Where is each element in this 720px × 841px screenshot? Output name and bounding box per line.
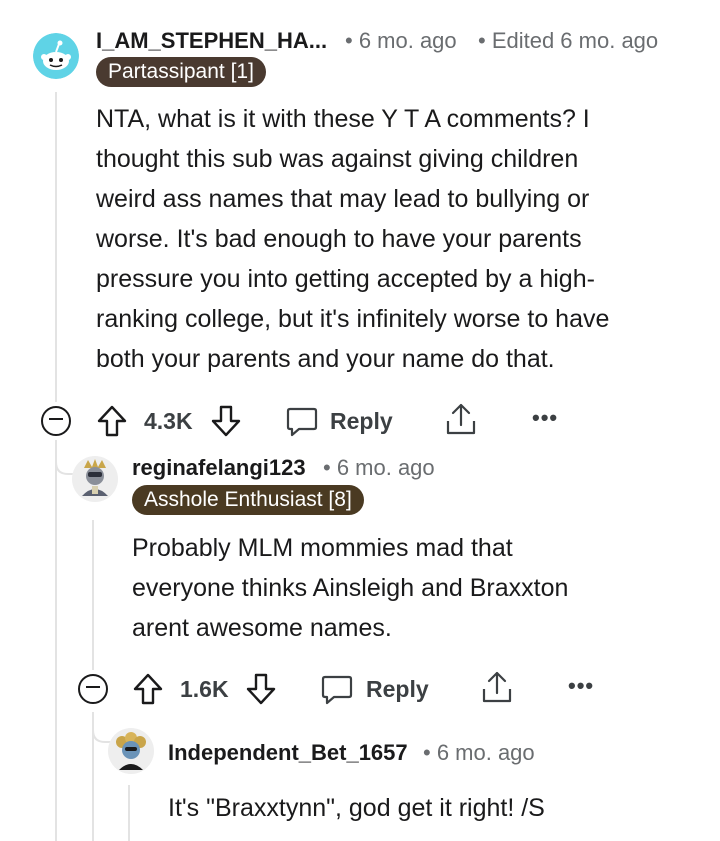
thread-line[interactable] [92,520,94,670]
comment-line: everyone thinks Ainsleigh and Braxxton [132,574,569,602]
username[interactable]: Independent_Bet_1657 [168,740,408,766]
reply-icon[interactable] [285,404,319,438]
timestamp: • 6 mo. ago [423,740,535,765]
thread-line[interactable] [55,440,57,841]
comment-line: pressure you into getting accepted by a … [96,265,595,293]
more-options-icon[interactable]: ••• [568,673,594,699]
more-options-icon[interactable]: ••• [532,405,558,431]
reply-icon[interactable] [320,672,354,706]
comment-line: Probably MLM mommies mad that [132,534,513,562]
comment-body: It's "Braxxtynn", god get it right! /S [168,788,688,828]
reply-button[interactable]: Reply [366,676,429,703]
custom-avatar-icon [108,728,154,774]
comment-body: NTA, what is it with these Y T A comment… [96,99,696,379]
timestamp: • 6 mo. ago [345,28,457,53]
comment-line: NTA, what is it with these Y T A comment… [96,105,590,133]
comment-line: both your parents and your name do that. [96,345,555,373]
thread-line[interactable] [55,92,57,402]
comment-line: ranking college, but it's infinitely wor… [96,305,610,333]
upvote-icon[interactable] [132,672,164,706]
downvote-icon[interactable] [245,672,277,706]
comment-body: Probably MLM mommies mad that everyone t… [132,528,692,648]
share-icon[interactable] [480,670,514,706]
avatar[interactable] [33,33,79,79]
timestamp: • 6 mo. ago [323,455,435,480]
username[interactable]: I_AM_STEPHEN_HA... [96,28,327,54]
share-icon[interactable] [444,402,478,438]
avatar[interactable] [108,728,154,774]
avatar[interactable] [72,456,118,502]
reddit-snoo-icon [33,33,79,79]
vote-count: 1.6K [180,676,229,702]
edited-label: • Edited 6 mo. ago [478,28,659,53]
upvote-icon[interactable] [96,404,128,438]
user-flair: Partassipant [1] [96,57,266,87]
comment-line: worse. It's bad enough to have your pare… [96,225,582,253]
downvote-icon[interactable] [210,404,242,438]
reply-button[interactable]: Reply [330,408,393,435]
user-flair: Asshole Enthusiast [8] [132,485,364,515]
comment-line: weird ass names that may lead to bullyin… [96,185,590,213]
comment-line: It's "Braxxtynn", god get it right! /S [168,794,545,822]
collapse-icon[interactable] [78,674,108,704]
thread-line[interactable] [128,785,130,841]
comment-line: arent awesome names. [132,614,392,642]
username[interactable]: reginafelangi123 [132,455,306,481]
vote-count: 4.3K [144,408,193,434]
custom-avatar-icon [72,456,118,502]
comment-line: thought this sub was against giving chil… [96,145,579,173]
collapse-icon[interactable] [41,406,71,436]
